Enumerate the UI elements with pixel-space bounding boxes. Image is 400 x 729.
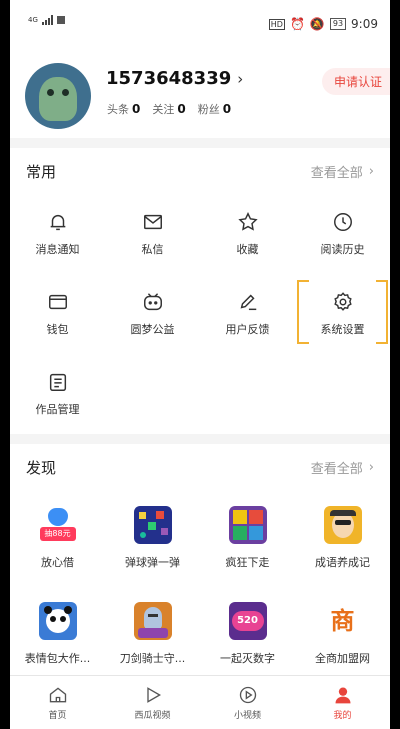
common-item-charity[interactable]: 圆梦公益 bbox=[105, 274, 200, 354]
bell-icon bbox=[50, 214, 65, 231]
discover-section: 发现 查看全部 › 抽88元 放心借 弹球弹一弹 疯狂下走 成语养成记 表情包大… bbox=[10, 444, 390, 682]
document-icon bbox=[49, 373, 66, 391]
discover-item-sticker-app[interactable]: 表情包大作... bbox=[10, 586, 105, 682]
tab-small-video[interactable]: 小视频 bbox=[200, 676, 295, 729]
certify-button[interactable]: 申请认证 bbox=[321, 68, 390, 95]
mute-icon: 🔕 bbox=[309, 17, 325, 31]
profile-icon bbox=[335, 687, 350, 703]
star-icon bbox=[237, 212, 258, 231]
bottom-tab-bar: 首页 西瓜视频 小视频 我的 bbox=[10, 675, 390, 729]
username-text: 1573648339 bbox=[106, 68, 232, 89]
charity-icon bbox=[143, 293, 162, 311]
common-item-history[interactable]: 阅读历史 bbox=[295, 194, 390, 274]
number-game-icon: 520 bbox=[228, 602, 267, 640]
hd-icon: HD bbox=[268, 18, 285, 30]
knight-game-icon bbox=[133, 602, 172, 640]
discover-item-knight-game[interactable]: 刀剑骑士守... bbox=[105, 586, 200, 682]
common-item-messages[interactable]: 私信 bbox=[105, 194, 200, 274]
clock-icon bbox=[333, 213, 352, 231]
chevron-right-icon: › bbox=[237, 69, 244, 88]
app-notification-icon bbox=[56, 16, 65, 24]
loan-app-icon: 抽88元 bbox=[38, 506, 77, 544]
common-item-works[interactable]: 作品管理 bbox=[10, 354, 105, 434]
small-video-icon bbox=[239, 686, 256, 703]
home-icon bbox=[49, 686, 66, 702]
status-left: 4G bbox=[28, 15, 65, 25]
profile-header[interactable]: 1573648339 › 头条 0 关注 0 粉丝 0 申请认证 bbox=[10, 38, 390, 138]
pen-icon bbox=[240, 294, 256, 311]
discover-item-ball-game[interactable]: 弹球弹一弹 bbox=[105, 490, 200, 586]
discover-grid: 抽88元 放心借 弹球弹一弹 疯狂下走 成语养成记 表情包大作... 刀剑骑士守… bbox=[10, 490, 390, 682]
common-item-wallet[interactable]: 钱包 bbox=[10, 274, 105, 354]
tab-xigua-video[interactable]: 西瓜视频 bbox=[105, 676, 200, 729]
common-item-notifications[interactable]: 消息通知 bbox=[10, 194, 105, 274]
stat-toutiao[interactable]: 头条 0 bbox=[107, 101, 140, 117]
mail-icon bbox=[143, 214, 162, 230]
idiom-game-icon bbox=[323, 506, 362, 544]
avatar[interactable] bbox=[25, 63, 91, 129]
username[interactable]: 1573648339 › bbox=[106, 68, 243, 89]
wallet-icon bbox=[48, 294, 67, 310]
common-grid: 消息通知 私信 收藏 阅读历史 钱包 圆梦公益 用户反馈 系统设置 作品管理 bbox=[10, 194, 390, 434]
tab-mine[interactable]: 我的 bbox=[295, 676, 390, 729]
block-game-icon bbox=[228, 506, 267, 544]
business-app-icon: 商 bbox=[323, 602, 362, 640]
play-icon bbox=[146, 686, 161, 703]
battery-icon: 93 bbox=[329, 18, 347, 30]
status-right: HD ⏰ 🔕 93 9:09 bbox=[268, 17, 378, 31]
common-item-favorites[interactable]: 收藏 bbox=[200, 194, 295, 274]
discover-item-idiom-game[interactable]: 成语养成记 bbox=[295, 490, 390, 586]
ball-game-icon bbox=[133, 506, 172, 544]
discover-title: 发现 bbox=[26, 458, 57, 477]
common-section: 常用 查看全部 › 消息通知 私信 收藏 阅读历史 钱包 圆梦公益 用户反馈 系… bbox=[10, 148, 390, 434]
common-item-settings[interactable]: 系统设置 bbox=[295, 274, 390, 354]
stat-following[interactable]: 关注 0 bbox=[152, 101, 185, 117]
profile-stats: 头条 0 关注 0 粉丝 0 bbox=[107, 101, 231, 117]
discover-item-block-game[interactable]: 疯狂下走 bbox=[200, 490, 295, 586]
common-title: 常用 bbox=[26, 162, 57, 181]
discover-more-link[interactable]: 查看全部 › bbox=[311, 458, 374, 477]
discover-item-number-game[interactable]: 520 一起灭数字 bbox=[200, 586, 295, 682]
common-more-link[interactable]: 查看全部 › bbox=[311, 162, 374, 181]
discover-item-loan[interactable]: 抽88元 放心借 bbox=[10, 490, 105, 586]
chevron-right-icon: › bbox=[368, 459, 374, 475]
common-item-feedback[interactable]: 用户反馈 bbox=[200, 274, 295, 354]
phone-screen: 4G HD ⏰ 🔕 93 9:09 1573648339 › 头条0 关注0 bbox=[10, 0, 390, 729]
tab-home[interactable]: 首页 bbox=[10, 676, 105, 729]
status-bar: 4G HD ⏰ 🔕 93 9:09 bbox=[10, 0, 390, 38]
chevron-right-icon: › bbox=[368, 163, 374, 179]
alarm-icon: ⏰ bbox=[289, 17, 305, 31]
network-label: 4G bbox=[28, 16, 38, 24]
stat-fans[interactable]: 粉丝 0 bbox=[198, 101, 231, 117]
gear-icon bbox=[333, 292, 352, 311]
clock-time: 9:09 bbox=[351, 17, 378, 31]
panda-app-icon bbox=[38, 602, 77, 640]
signal-icon bbox=[41, 15, 53, 25]
discover-item-business[interactable]: 商 全商加盟网 bbox=[295, 586, 390, 682]
